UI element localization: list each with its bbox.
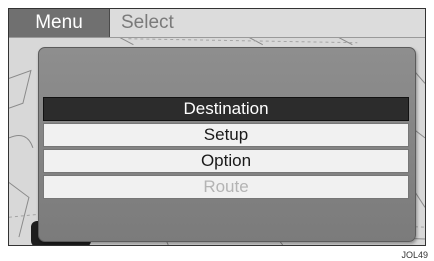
menu-panel: Destination Setup Option Route <box>38 47 416 242</box>
menu-tab[interactable]: Menu <box>9 9 110 37</box>
menu-item-route: Route <box>43 175 409 199</box>
top-bar: Menu Select <box>9 9 425 38</box>
menu-item-setup[interactable]: Setup <box>43 123 409 147</box>
menu-item-destination[interactable]: Destination <box>43 97 409 121</box>
menu-item-option[interactable]: Option <box>43 149 409 173</box>
figure-code: JOL49 <box>401 250 428 260</box>
nav-screen: Menu Select 0:30 Destination Setup Optio… <box>8 8 426 246</box>
menu-list: Destination Setup Option Route <box>43 97 409 201</box>
select-label: Select <box>121 12 174 33</box>
